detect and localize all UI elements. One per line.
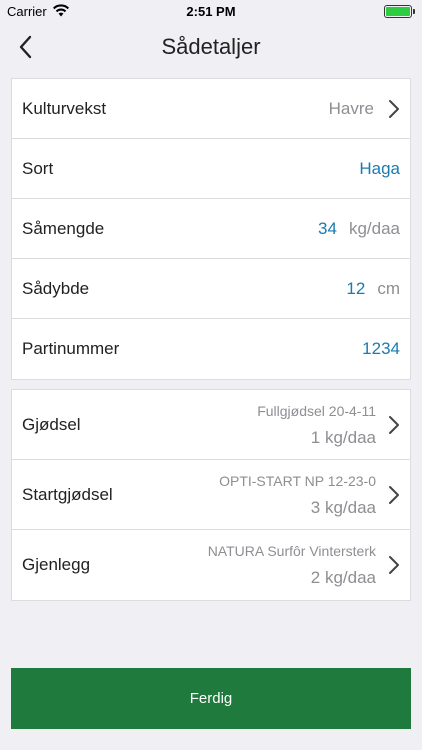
gjodsel-product: Fullgjødsel 20-4-11: [257, 402, 376, 419]
row-gjenlegg[interactable]: Gjenlegg NATURA Surfôr Vintersterk 2 kg/…: [12, 530, 410, 600]
row-sort[interactable]: Sort Haga: [12, 139, 410, 199]
startgjodsel-amount: 3 kg/daa: [310, 497, 376, 517]
sadybde-label: Sådybde: [22, 278, 90, 298]
chevron-right-icon: [389, 415, 399, 434]
row-kulturvekst[interactable]: Kulturvekst Havre: [12, 79, 410, 139]
sort-value[interactable]: Haga: [359, 159, 400, 179]
row-samengde[interactable]: Såmengde 34 kg/daa: [12, 199, 410, 259]
navigation-bar: Sådetaljer: [0, 22, 422, 74]
sort-label: Sort: [22, 158, 54, 178]
status-bar: Carrier 2:51 PM: [0, 0, 422, 22]
gjodsel-amount: 1 kg/daa: [310, 427, 376, 447]
startgjodsel-label: Startgjødsel: [22, 484, 113, 504]
sadybde-input[interactable]: 12: [346, 279, 365, 299]
done-button[interactable]: Ferdig: [11, 668, 411, 729]
fertilizer-list: Gjødsel Fullgjødsel 20-4-11 1 kg/daa Sta…: [11, 389, 411, 601]
samengde-label: Såmengde: [22, 218, 105, 238]
kulturvekst-value: Havre: [328, 98, 374, 118]
partinummer-input[interactable]: 1234: [362, 339, 400, 359]
gjenlegg-label: Gjenlegg: [22, 555, 91, 574]
chevron-right-icon: [389, 556, 399, 574]
startgjodsel-product: OPTI-START NP 12-23-0: [219, 472, 376, 489]
row-sadybde[interactable]: Sådybde 12 cm: [12, 259, 410, 319]
gjenlegg-product: NATURA Surfôr Vintersterk: [207, 543, 376, 559]
chevron-right-icon: [389, 485, 399, 504]
chevron-right-icon: [389, 99, 399, 118]
row-startgjodsel[interactable]: Startgjødsel OPTI-START NP 12-23-0 3 kg/…: [12, 460, 410, 530]
samengde-unit: kg/daa: [348, 218, 400, 238]
sowing-details-list: Kulturvekst Havre Sort Haga Såmengde 34 …: [11, 78, 411, 380]
partinummer-label: Partinummer: [22, 339, 120, 358]
clock: 2:51 PM: [186, 4, 236, 19]
row-gjodsel[interactable]: Gjødsel Fullgjødsel 20-4-11 1 kg/daa: [12, 390, 410, 460]
gjenlegg-amount: 2 kg/daa: [310, 568, 376, 587]
samengde-input[interactable]: 34: [318, 219, 337, 239]
kulturvekst-label: Kulturvekst: [22, 98, 107, 118]
sadybde-unit: cm: [377, 278, 400, 298]
gjodsel-label: Gjødsel: [22, 414, 81, 434]
row-partinummer[interactable]: Partinummer 1234: [12, 319, 410, 379]
battery-icon: [384, 5, 415, 18]
page-title: Sådetaljer: [161, 34, 261, 59]
